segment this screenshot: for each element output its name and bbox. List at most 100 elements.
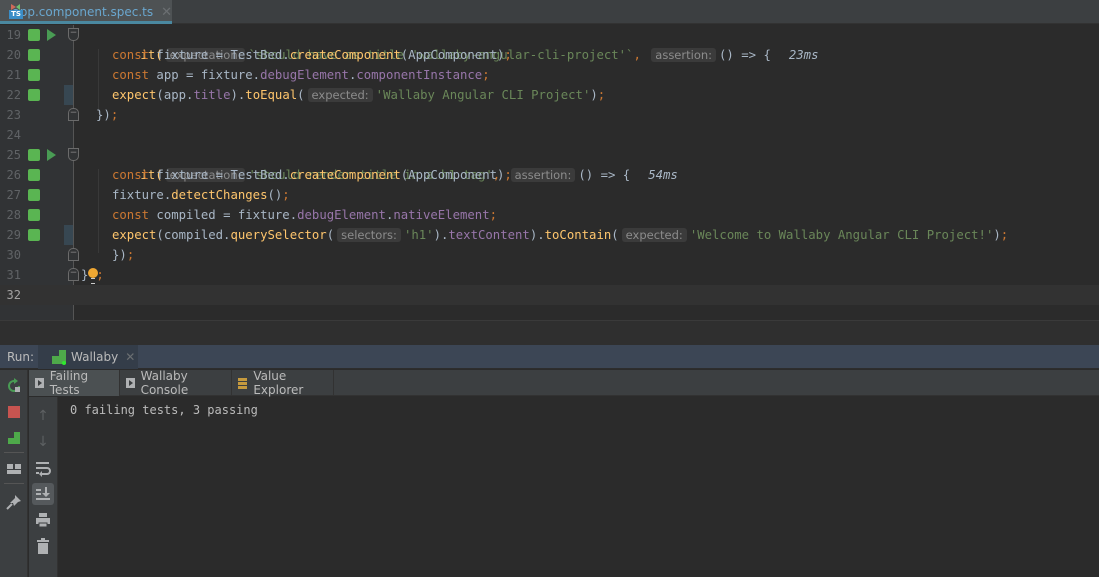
code-token: title [193,88,231,102]
code-token: fixture = TestBed. [149,48,290,62]
fold-end-icon[interactable]: − [68,248,79,261]
code-line: 19 − it(expectation: `should have as titl… [0,25,1099,62]
run-test-icon[interactable] [47,29,56,41]
code-token: const [112,208,150,222]
line-number: 20 [6,48,21,62]
soft-wrap-icon[interactable] [34,459,52,477]
fold-collapse-icon[interactable]: − [68,148,79,161]
fold-end-icon[interactable]: − [68,108,79,121]
tab-label: Wallaby Console [140,369,189,397]
code-token: const [112,48,150,62]
coverage-indicator-covered[interactable] [28,49,40,61]
line-number: 27 [6,188,21,202]
rerun-icon[interactable] [6,378,22,394]
layout-icon[interactable] [6,461,22,477]
stop-icon[interactable] [6,404,22,420]
code-token: ( [326,228,335,242]
code-token: (app. [156,88,194,102]
arrow-up-icon[interactable]: ↑ [34,407,52,425]
editor-tab-label: app.component.spec.ts [12,5,154,19]
coverage-indicator-covered[interactable] [28,209,40,221]
tab-wallaby-console[interactable]: Wallaby Console [120,369,232,397]
lightbulb-icon[interactable] [88,268,98,284]
tab-value-explorer[interactable]: Value Explorer [232,369,334,397]
line-number: 29 [6,228,21,242]
code-token: ; [489,208,498,222]
code-token: compiled = fixture. [149,208,298,222]
wallaby-start-icon[interactable] [6,430,22,446]
code-token: componentInstance [356,68,483,82]
run-tab-label: Wallaby [71,350,119,364]
scroll-to-end-icon[interactable] [32,483,54,505]
line-number: 24 [6,128,21,142]
code-token: createComponent [289,48,401,62]
code-token: expect [112,88,157,102]
code-token: 'Welcome to Wallaby Angular CLI Project!… [689,228,994,242]
tab-label: Failing Tests [49,369,89,397]
arrow-down-icon[interactable]: ↓ [34,433,52,451]
code-token: debugElement [260,68,349,82]
code-token: detectChanges [171,188,268,202]
code-line: 29 expect(compiled.querySelector(selecto… [0,225,1099,245]
code-token: app = fixture. [149,68,261,82]
code-token: ) [590,88,598,102]
code-line: 27 fixture.detectChanges(); [0,185,1099,205]
run-test-icon[interactable] [47,149,56,161]
code-token: toEqual [245,88,298,102]
code-line: 26 const fixture = TestBed.createCompone… [0,165,1099,185]
coverage-indicator-covered[interactable] [28,189,40,201]
code-token: createComponent [289,168,401,182]
code-token: (AppComponent) [400,168,505,182]
console-icon [126,378,135,388]
run-tool-window-header: Run: Wallaby ✕ [0,345,1099,369]
run-label: Run: [7,350,35,364]
code-token: querySelector [230,228,327,242]
vcs-change-marker[interactable] [64,225,73,245]
line-number: 26 [6,168,21,182]
vcs-change-marker[interactable] [64,85,73,105]
code-token: nativeElement [393,208,490,222]
console-toolbar: ↑ ↓ [29,397,58,577]
tab-failing-tests[interactable]: Failing Tests [29,369,120,397]
wallaby-icon [52,350,66,365]
coverage-indicator-covered[interactable] [28,229,40,241]
code-line: 21 const app = fixture.debugElement.comp… [0,65,1099,85]
run-tab-wallaby[interactable]: Wallaby ✕ [38,345,138,369]
code-token: ). [529,228,545,242]
console-icon [35,378,44,388]
print-icon[interactable] [34,511,52,529]
trash-icon[interactable] [34,537,52,555]
close-icon[interactable]: ✕ [125,350,135,364]
line-number: 22 [6,88,21,102]
line-number: 25 [6,148,21,162]
code-line-current: 32 [0,285,1099,305]
editor-tab-app-component-spec[interactable]: TS app.component.spec.ts ✕ [0,0,172,24]
code-token: ; [597,88,606,102]
pin-icon[interactable] [6,494,22,510]
code-token: textContent [448,228,530,242]
line-number: 23 [6,108,21,122]
code-line: 25 − it(expectation:'should render title… [0,145,1099,182]
code-line: 20 const fixture = TestBed.createCompone… [0,45,1099,65]
code-token: () [267,188,283,202]
code-token: fixture = TestBed. [149,168,290,182]
editor-tab-bar: TS app.component.spec.ts ✕ [0,0,1099,24]
console-output: 0 failing tests, 3 passing [70,403,258,417]
coverage-indicator-covered[interactable] [28,69,40,81]
line-number: 32 [6,288,21,302]
fold-collapse-icon[interactable]: − [68,28,79,41]
code-token: ( [611,228,619,242]
code-token: } [81,268,89,282]
editor-horizontal-scrollbar-area[interactable] [0,320,1099,345]
coverage-indicator-covered[interactable] [28,149,40,161]
coverage-indicator-covered[interactable] [28,169,40,181]
fold-end-icon[interactable]: − [68,268,79,281]
code-token: (compiled. [156,228,231,242]
coverage-indicator-covered[interactable] [28,29,40,41]
coverage-indicator-covered[interactable] [28,89,40,101]
line-number: 31 [6,268,21,282]
value-explorer-icon [238,377,248,389]
close-icon[interactable]: ✕ [161,5,172,20]
code-token: }) [112,248,127,262]
code-editor[interactable]: 19 − it(expectation: `should have as titl… [0,25,1099,320]
